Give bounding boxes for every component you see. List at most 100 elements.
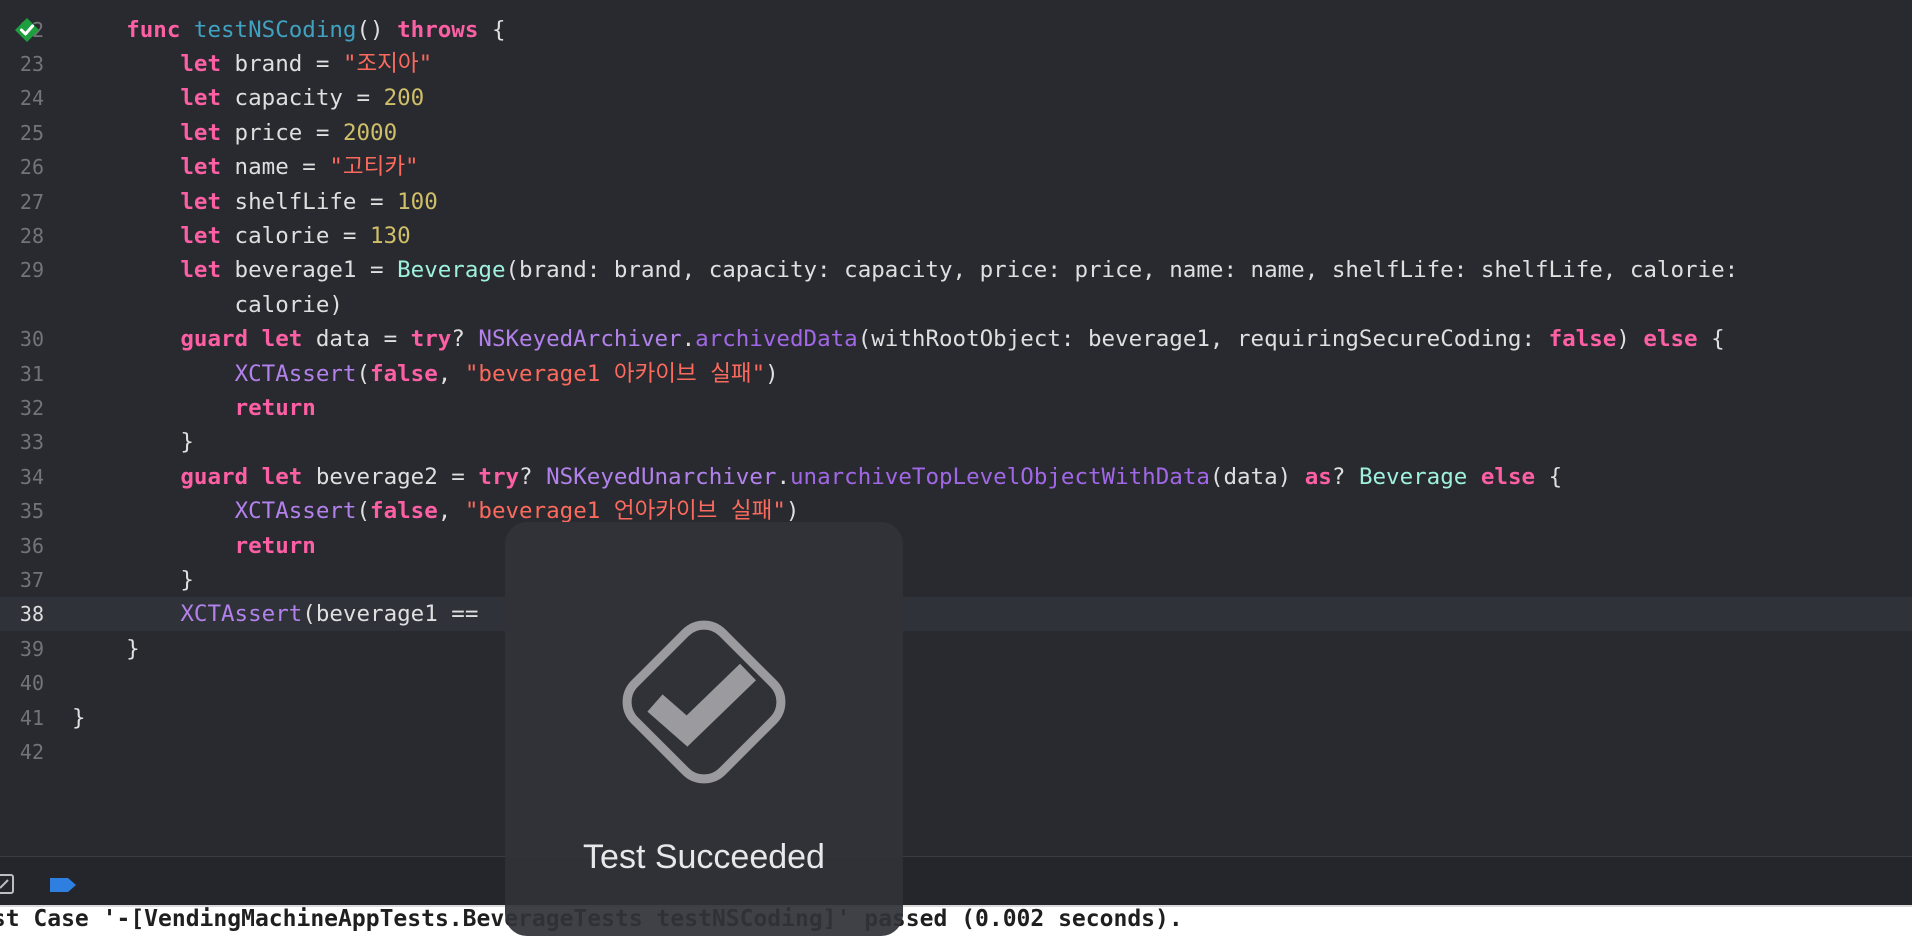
code-token: "beverage1 언아카이브 실패" [464,498,786,525]
code-token: else [1480,463,1536,490]
line-number[interactable]: 41 [0,701,44,735]
code-token: "조지아" [342,50,433,77]
test-passed-icon[interactable] [14,17,40,43]
line-number[interactable]: 30 [0,322,44,356]
code-line[interactable]: calorie) [0,288,1912,322]
code-token: . [776,463,790,490]
code-line[interactable]: 36 return [0,529,1912,563]
code-token: ) [785,498,800,525]
line-number[interactable]: 29 [0,253,44,287]
code-line[interactable]: 29 let beverage1 = Beverage(brand: brand… [0,253,1912,287]
code-token: } [72,429,194,456]
line-number[interactable]: 38 [0,597,44,631]
code-text: } [72,632,140,666]
code-line[interactable]: 27 let shelfLife = 100 [0,185,1912,219]
code-token: ? [519,463,547,490]
code-token: } [72,566,194,593]
code-line[interactable]: 41} [0,701,1912,735]
code-token: let [180,154,222,181]
code-token: { [1697,326,1725,353]
code-line[interactable]: 32 return [0,391,1912,425]
code-token: brand = [221,50,343,77]
code-token: ? [451,326,479,353]
code-token: archivedData [695,326,858,353]
code-line[interactable]: 25 let price = 2000 [0,116,1912,150]
code-text: let price = 2000 [72,116,397,150]
code-token: XCTAssert [234,498,357,525]
code-line[interactable]: 40 [0,666,1912,700]
code-line[interactable]: 23 let brand = "조지아" [0,47,1912,81]
code-token: return [234,394,316,421]
code-token: { [478,16,506,43]
code-token: else [1643,326,1698,353]
line-number[interactable]: 23 [0,47,44,81]
code-line[interactable]: 42 [0,735,1912,769]
code-line[interactable]: 33 } [0,425,1912,459]
code-token: ? [1331,463,1359,490]
code-line[interactable]: 31 XCTAssert(false, "beverage1 아카이브 실패") [0,357,1912,391]
line-number[interactable]: 36 [0,529,44,563]
code-token: capacity = [221,85,384,112]
code-token: throws [397,16,479,43]
line-number[interactable]: 35 [0,494,44,528]
code-line[interactable]: 26 let name = "고티카" [0,150,1912,184]
line-number[interactable]: 26 [0,150,44,184]
code-line[interactable]: 38 XCTAssert(beverage1 == [0,597,1912,632]
code-token: false [1548,326,1617,353]
line-number[interactable]: 31 [0,357,44,391]
code-line[interactable]: 24 let capacity = 200 [0,81,1912,115]
code-line[interactable]: 22 func testNSCoding() throws { [0,13,1912,47]
code-token: 130 [370,222,411,249]
breakpoint-icon[interactable] [48,876,78,894]
code-text: } [72,701,86,735]
code-text: let brand = "조지아" [72,47,432,81]
code-token: "고티카" [329,154,419,181]
code-token: NSKeyedArchiver [478,326,682,353]
line-number[interactable]: 24 [0,81,44,115]
code-text: func testNSCoding() throws { [72,13,506,47]
code-token: func [126,16,181,43]
console-toggle-icon[interactable] [0,874,14,894]
line-number[interactable]: 28 [0,219,44,253]
code-text: XCTAssert(false, "beverage1 아카이브 실패") [72,357,779,391]
code-line[interactable]: 34 guard let beverage2 = try? NSKeyedUna… [0,460,1912,494]
code-text: let shelfLife = 100 [72,185,437,219]
code-token: Beverage [397,257,506,284]
line-number[interactable]: 33 [0,425,44,459]
code-editor[interactable]: 22 func testNSCoding() throws {23 let br… [0,0,1912,856]
code-line[interactable]: 39 } [0,632,1912,666]
code-text: let beverage1 = Beverage(brand: brand, c… [72,253,1738,287]
code-token: false [370,360,438,387]
line-number[interactable]: 27 [0,185,44,219]
code-token: XCTAssert [180,601,303,628]
code-token: guard [180,326,249,353]
code-line[interactable]: 28 let calorie = 130 [0,219,1912,253]
line-number[interactable]: 39 [0,632,44,666]
hud-title: Test Succeeded [583,838,825,876]
code-token: } [72,635,140,662]
line-number[interactable]: 42 [0,735,44,769]
line-number[interactable]: 34 [0,460,44,494]
line-number[interactable]: 25 [0,116,44,150]
test-succeeded-hud: Test Succeeded [505,522,903,936]
code-line[interactable]: 30 guard let data = try? NSKeyedArchiver… [0,322,1912,356]
line-number[interactable]: 32 [0,391,44,425]
code-token: let [261,326,303,353]
code-token: (beverage1 == [302,601,479,628]
code-token: let [180,222,222,249]
console-output: est Case '-[VendingMachineAppTests.Bever… [0,905,1912,936]
line-number[interactable]: 40 [0,666,44,700]
code-token: (data) [1209,463,1305,490]
code-text: guard let data = try? NSKeyedArchiver.ar… [72,322,1725,356]
line-number[interactable]: 37 [0,563,44,597]
code-token: false [370,498,438,525]
code-line[interactable]: 35 XCTAssert(false, "beverage1 언아카이브 실패"… [0,494,1912,528]
code-line[interactable]: 37 } [0,563,1912,597]
